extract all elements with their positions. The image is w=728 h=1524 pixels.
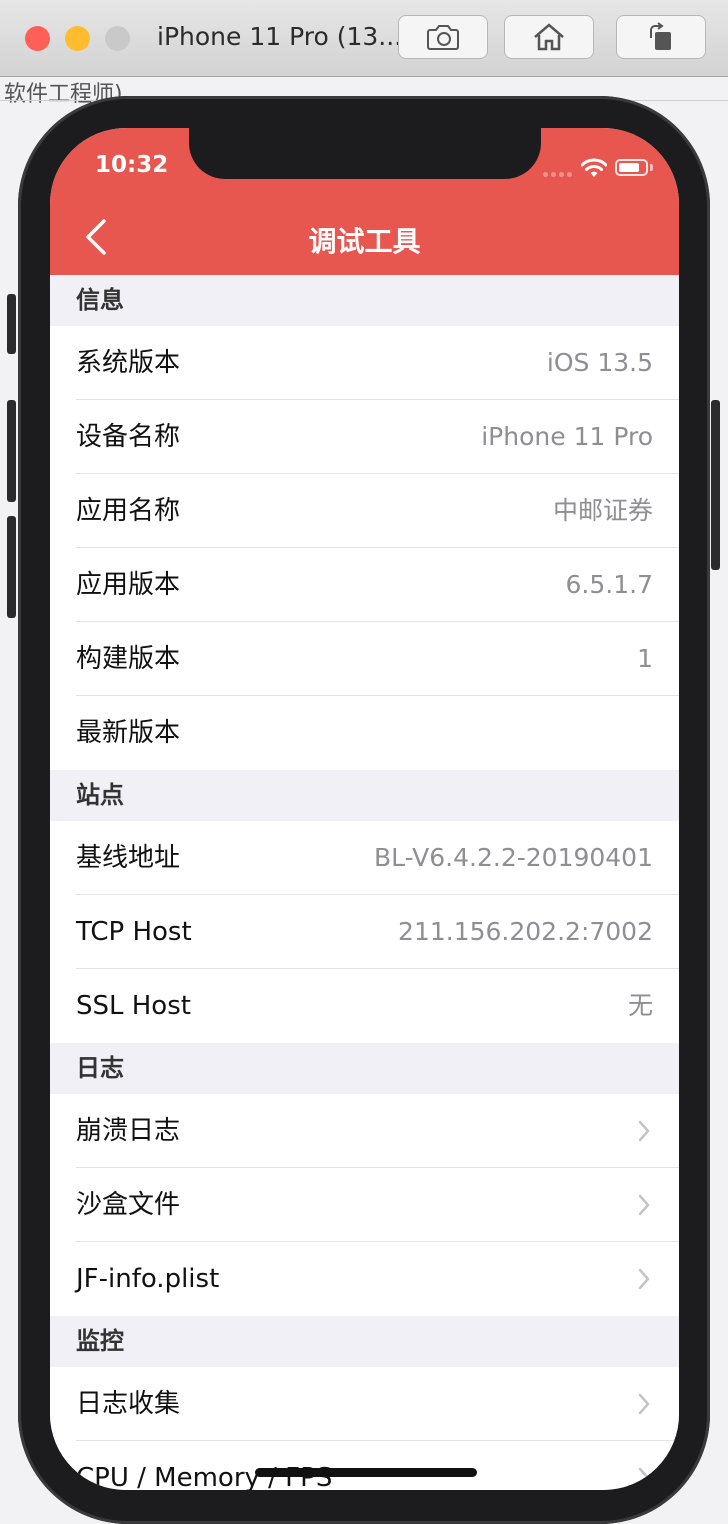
row-label: 构建版本 (76, 644, 181, 674)
screenshot-button[interactable] (398, 15, 488, 59)
debug-list: 信息 系统版本 iOS 13.5 设备名称 iPhone 11 Pro 应用名称… (50, 275, 679, 1490)
row-label: 系统版本 (76, 348, 181, 378)
list-item[interactable]: 应用版本 6.5.1.7 (50, 548, 679, 622)
row-label: 最新版本 (76, 718, 181, 748)
silent-switch (7, 294, 16, 354)
home-icon (534, 23, 564, 51)
cellular-signal-icon (543, 172, 572, 177)
section-header-info: 信息 (50, 275, 679, 326)
list-item-log-collection[interactable]: 日志收集 (50, 1367, 679, 1441)
row-value: iOS 13.5 (546, 348, 653, 377)
row-label: 沙盒文件 (76, 1190, 181, 1220)
list-item-info-plist[interactable]: JF-info.plist (50, 1242, 679, 1316)
home-button[interactable] (504, 15, 594, 59)
row-label: SSL Host (76, 991, 191, 1021)
volume-up-button (7, 400, 16, 502)
power-button (711, 400, 720, 570)
rotate-button[interactable] (616, 15, 706, 59)
row-value: 中邮证券 (552, 496, 653, 525)
chevron-right-icon (638, 1467, 650, 1489)
section-header-site: 站点 (50, 770, 679, 821)
row-label: JF-info.plist (76, 1264, 220, 1294)
simulator-title-bar: iPhone 11 Pro (13... (0, 0, 728, 77)
camera-icon (427, 25, 459, 50)
row-value: iPhone 11 Pro (481, 422, 653, 451)
volume-down-button (7, 516, 16, 618)
notch (189, 128, 541, 179)
home-indicator[interactable] (255, 1468, 477, 1477)
zoom-window-button[interactable] (105, 26, 130, 51)
row-label: 应用名称 (76, 496, 181, 526)
battery-icon (615, 159, 648, 176)
chevron-right-icon (638, 1393, 650, 1415)
section-header-monitor: 监控 (50, 1316, 679, 1367)
list-item[interactable]: TCP Host 211.156.202.2:7002 (50, 895, 679, 969)
row-label: 基线地址 (76, 843, 181, 873)
page-title: 调试工具 (308, 225, 421, 258)
row-value: BL-V6.4.2.2-20190401 (373, 843, 653, 872)
row-label: 应用版本 (76, 570, 181, 600)
chevron-right-icon (638, 1194, 650, 1216)
wifi-icon (581, 158, 607, 177)
row-label: TCP Host (76, 917, 192, 947)
battery-cap (650, 164, 653, 171)
list-item[interactable]: 系统版本 iOS 13.5 (50, 326, 679, 400)
navigation-header: 10:32 调试工具 (50, 128, 679, 275)
row-value: 6.5.1.7 (565, 570, 653, 599)
row-label: 崩溃日志 (76, 1116, 181, 1146)
list-item[interactable]: 应用名称 中邮证券 (50, 474, 679, 548)
chevron-right-icon (638, 1268, 650, 1290)
row-label: 设备名称 (76, 422, 181, 452)
phone-screen: 10:32 调试工具 信息 系统版本 iOS 13.5 设备名称 iPhone … (50, 128, 679, 1490)
rotate-icon (650, 22, 671, 50)
list-item-performance-monitor[interactable]: CPU / Memory / FPS (50, 1441, 679, 1490)
row-value: 无 (627, 991, 653, 1020)
list-item[interactable]: 构建版本 1 (50, 622, 679, 696)
row-value: 1 (637, 644, 653, 673)
close-window-button[interactable] (25, 26, 50, 51)
status-time: 10:32 (95, 152, 169, 178)
row-value: 211.156.202.2:7002 (398, 917, 653, 946)
list-item[interactable]: SSL Host 无 (50, 969, 679, 1043)
minimize-window-button[interactable] (65, 26, 90, 51)
row-label: CPU / Memory / FPS (76, 1463, 333, 1490)
row-label: 日志收集 (76, 1389, 181, 1419)
list-item-sandbox-files[interactable]: 沙盒文件 (50, 1168, 679, 1242)
list-item-crash-log[interactable]: 崩溃日志 (50, 1094, 679, 1168)
list-item[interactable]: 设备名称 iPhone 11 Pro (50, 400, 679, 474)
chevron-right-icon (638, 1120, 650, 1142)
list-item[interactable]: 基线地址 BL-V6.4.2.2-20190401 (50, 821, 679, 895)
list-item[interactable]: 最新版本 (50, 696, 679, 770)
simulator-title: iPhone 11 Pro (13... (157, 22, 403, 51)
section-header-log: 日志 (50, 1043, 679, 1094)
